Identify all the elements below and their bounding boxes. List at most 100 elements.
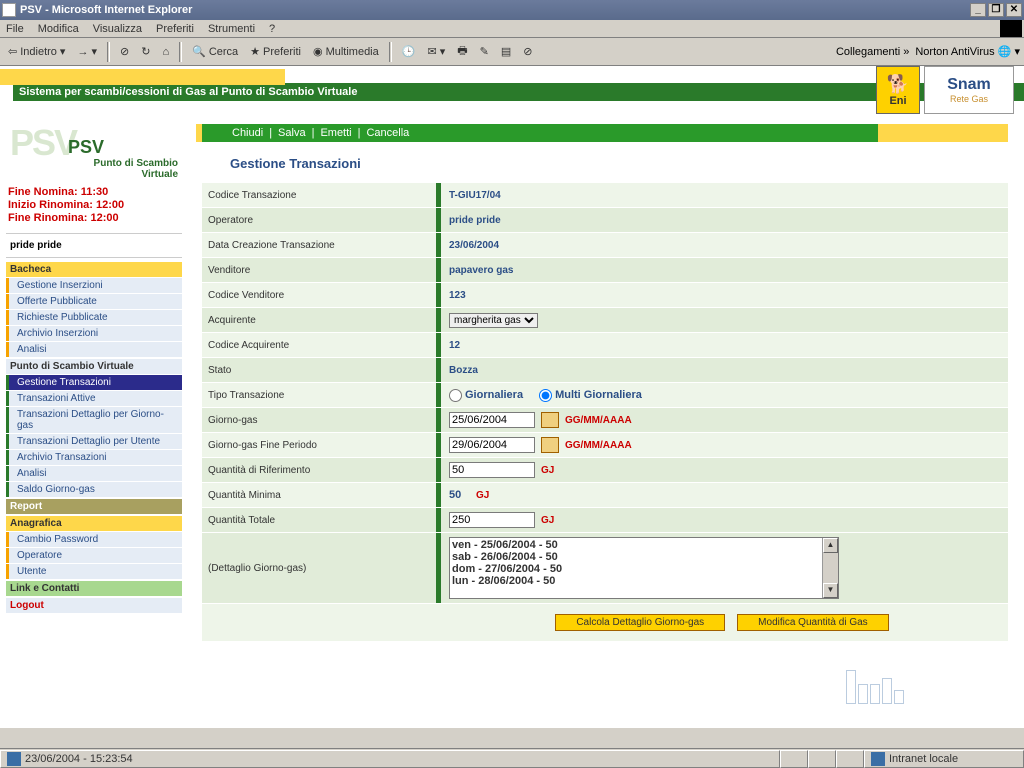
zone-icon	[871, 752, 885, 766]
deadline-info: Fine Nomina: 11:30Inizio Rinomina: 12:00…	[6, 182, 182, 229]
value-cod-venditore: 123	[436, 283, 1008, 307]
menu-edit[interactable]: Modifica	[38, 23, 79, 35]
links-label[interactable]: Collegamenti »	[836, 46, 909, 58]
banner-title: Sistema per scambi/cessioni di Gas al Pu…	[13, 83, 1024, 101]
nav-richieste-pubblicate[interactable]: Richieste Pubblicate	[6, 310, 182, 325]
input-quantita-tot[interactable]	[449, 512, 535, 528]
nav-cambio-password[interactable]: Cambio Password	[6, 532, 182, 547]
page-content: Sistema per scambi/cessioni di Gas al Pu…	[0, 66, 1024, 728]
nav-utente[interactable]: Utente	[6, 564, 182, 579]
label-quantita-min: Quantità Minima	[202, 490, 436, 501]
label-codice: Codice Transazione	[202, 190, 436, 201]
status-bar: 23/06/2004 - 15:23:54 Intranet locale	[0, 748, 1024, 768]
nav-archivio-transazioni[interactable]: Archivio Transazioni	[6, 450, 182, 465]
menu-bar: File Modifica Visualizza Preferiti Strum…	[0, 20, 1024, 38]
restore-button[interactable]: ❐	[988, 3, 1004, 17]
label-dettaglio: (Dettaglio Giorno-gas)	[202, 533, 436, 603]
mail-button[interactable]: ✉ ▾	[423, 43, 449, 60]
page-title: Gestione Transazioni	[202, 142, 1008, 183]
nav-analisi-psv[interactable]: Analisi	[6, 466, 182, 481]
banner-yellow-tab	[0, 69, 285, 85]
label-stato: Stato	[202, 365, 436, 376]
forward-button[interactable]: → ▾	[73, 43, 101, 60]
nav-trans-dett-giorno[interactable]: Transazioni Dettaglio per Giorno-gas	[6, 407, 182, 433]
calendar-icon[interactable]	[541, 437, 559, 453]
scroll-up-icon: ▲	[823, 538, 838, 553]
menu-file[interactable]: File	[6, 23, 24, 35]
calcola-button[interactable]: Calcola Dettaglio Giorno-gas	[555, 614, 725, 631]
action-chiudi[interactable]: Chiudi	[232, 127, 263, 139]
back-button[interactable]: ⇦ Indietro ▾	[4, 43, 69, 60]
nav-gestione-inserzioni[interactable]: Gestione Inserzioni	[6, 278, 182, 293]
nav-archivio-inserzioni[interactable]: Archivio Inserzioni	[6, 326, 182, 341]
edit-button[interactable]: ✎	[476, 43, 493, 60]
nav-operatore[interactable]: Operatore	[6, 548, 182, 563]
label-tipo: Tipo Transazione	[202, 390, 436, 401]
calendar-icon[interactable]	[541, 412, 559, 428]
nav-saldo-giorno-gas[interactable]: Saldo Giorno-gas	[6, 482, 182, 497]
stop-button[interactable]: ⊘	[116, 43, 133, 60]
history-button[interactable]: 🕒	[398, 43, 420, 60]
value-codice: T-GIU17/04	[436, 183, 1008, 207]
label-cod-venditore: Codice Venditore	[202, 290, 436, 301]
label-quantita-tot: Quantità Totale	[202, 515, 436, 526]
nav-logout[interactable]: Logout	[6, 598, 182, 613]
refresh-button[interactable]: ↻	[137, 43, 154, 60]
action-cancella[interactable]: Cancella	[366, 127, 409, 139]
value-cod-acquirente: 12	[436, 333, 1008, 357]
nav-trans-dett-utente[interactable]: Transazioni Dettaglio per Utente	[6, 434, 182, 449]
sidebar: PSVPSV Punto di Scambio Virtuale Fine No…	[6, 124, 182, 641]
modifica-button[interactable]: Modifica Quantità di Gas	[737, 614, 889, 631]
input-quantita-rif[interactable]	[449, 462, 535, 478]
media-button[interactable]: ◉ Multimedia	[309, 43, 383, 60]
nav-header-psv[interactable]: Punto di Scambio Virtuale	[6, 359, 182, 374]
menu-tools[interactable]: Strumenti	[208, 23, 255, 35]
psv-logo: PSVPSV Punto di Scambio Virtuale	[6, 124, 182, 182]
value-quantita-min: 50	[449, 489, 461, 501]
label-quantita-rif: Quantità di Riferimento	[202, 465, 436, 476]
value-stato: Bozza	[436, 358, 1008, 382]
nav-header-report[interactable]: Report	[6, 499, 182, 514]
nav-transazioni-attive[interactable]: Transazioni Attive	[6, 391, 182, 406]
favorites-button[interactable]: ★ Preferiti	[246, 43, 305, 60]
norton-label[interactable]: Norton AntiVirus 🌐 ▾	[915, 45, 1020, 58]
eni-logo: 🐕Eni	[876, 66, 920, 114]
nav-offerte-pubblicate[interactable]: Offerte Pubblicate	[6, 294, 182, 309]
label-venditore: Venditore	[202, 265, 436, 276]
date-hint: GG/MM/AAAA	[565, 440, 632, 451]
scroll-down-icon: ▼	[823, 583, 838, 598]
status-time: 23/06/2004 - 15:23:54	[25, 753, 133, 765]
label-giorno-gas: Giorno-gas	[202, 415, 436, 426]
minimize-button[interactable]: _	[970, 3, 986, 17]
radio-giornaliera[interactable]: Giornaliera	[449, 389, 523, 402]
input-giorno-gas-fine[interactable]	[449, 437, 535, 453]
nav-header-link[interactable]: Link e Contatti	[6, 581, 182, 596]
research-button[interactable]: ⊘	[519, 43, 536, 60]
menu-help[interactable]: ?	[269, 23, 275, 35]
nav-header-anagrafica[interactable]: Anagrafica	[6, 516, 182, 531]
input-giorno-gas[interactable]	[449, 412, 535, 428]
menu-favorites[interactable]: Preferiti	[156, 23, 194, 35]
transaction-form: Codice TransazioneT-GIU17/04 Operatorepr…	[202, 183, 1008, 641]
print-button[interactable]: 🖶	[453, 40, 471, 63]
nav-gestione-transazioni[interactable]: Gestione Transazioni	[6, 375, 182, 390]
label-acquirente: Acquirente	[202, 315, 436, 326]
value-data: 23/06/2004	[436, 233, 1008, 257]
discuss-button[interactable]: ▤	[497, 43, 515, 60]
radio-multi-giornaliera[interactable]: Multi Giornaliera	[539, 389, 642, 402]
action-salva[interactable]: Salva	[278, 127, 306, 139]
action-emetti[interactable]: Emetti	[320, 127, 351, 139]
scrollbar[interactable]: ▲▼	[822, 538, 838, 598]
close-button[interactable]: ✕	[1006, 3, 1022, 17]
home-button[interactable]: ⌂	[158, 44, 173, 60]
search-button[interactable]: 🔍 Cerca	[188, 43, 242, 60]
menu-view[interactable]: Visualizza	[93, 23, 142, 35]
label-cod-acquirente: Codice Acquirente	[202, 340, 436, 351]
snam-logo: SnamRete Gas	[924, 66, 1014, 114]
footer-factory-icon	[846, 670, 904, 704]
dettaglio-listbox[interactable]: ven - 25/06/2004 - 50sab - 26/06/2004 - …	[449, 537, 839, 599]
nav-header-bacheca[interactable]: Bacheca	[6, 262, 182, 277]
ie-status-icon	[7, 752, 21, 766]
nav-analisi-bacheca[interactable]: Analisi	[6, 342, 182, 357]
select-acquirente[interactable]: margherita gas	[449, 313, 538, 328]
